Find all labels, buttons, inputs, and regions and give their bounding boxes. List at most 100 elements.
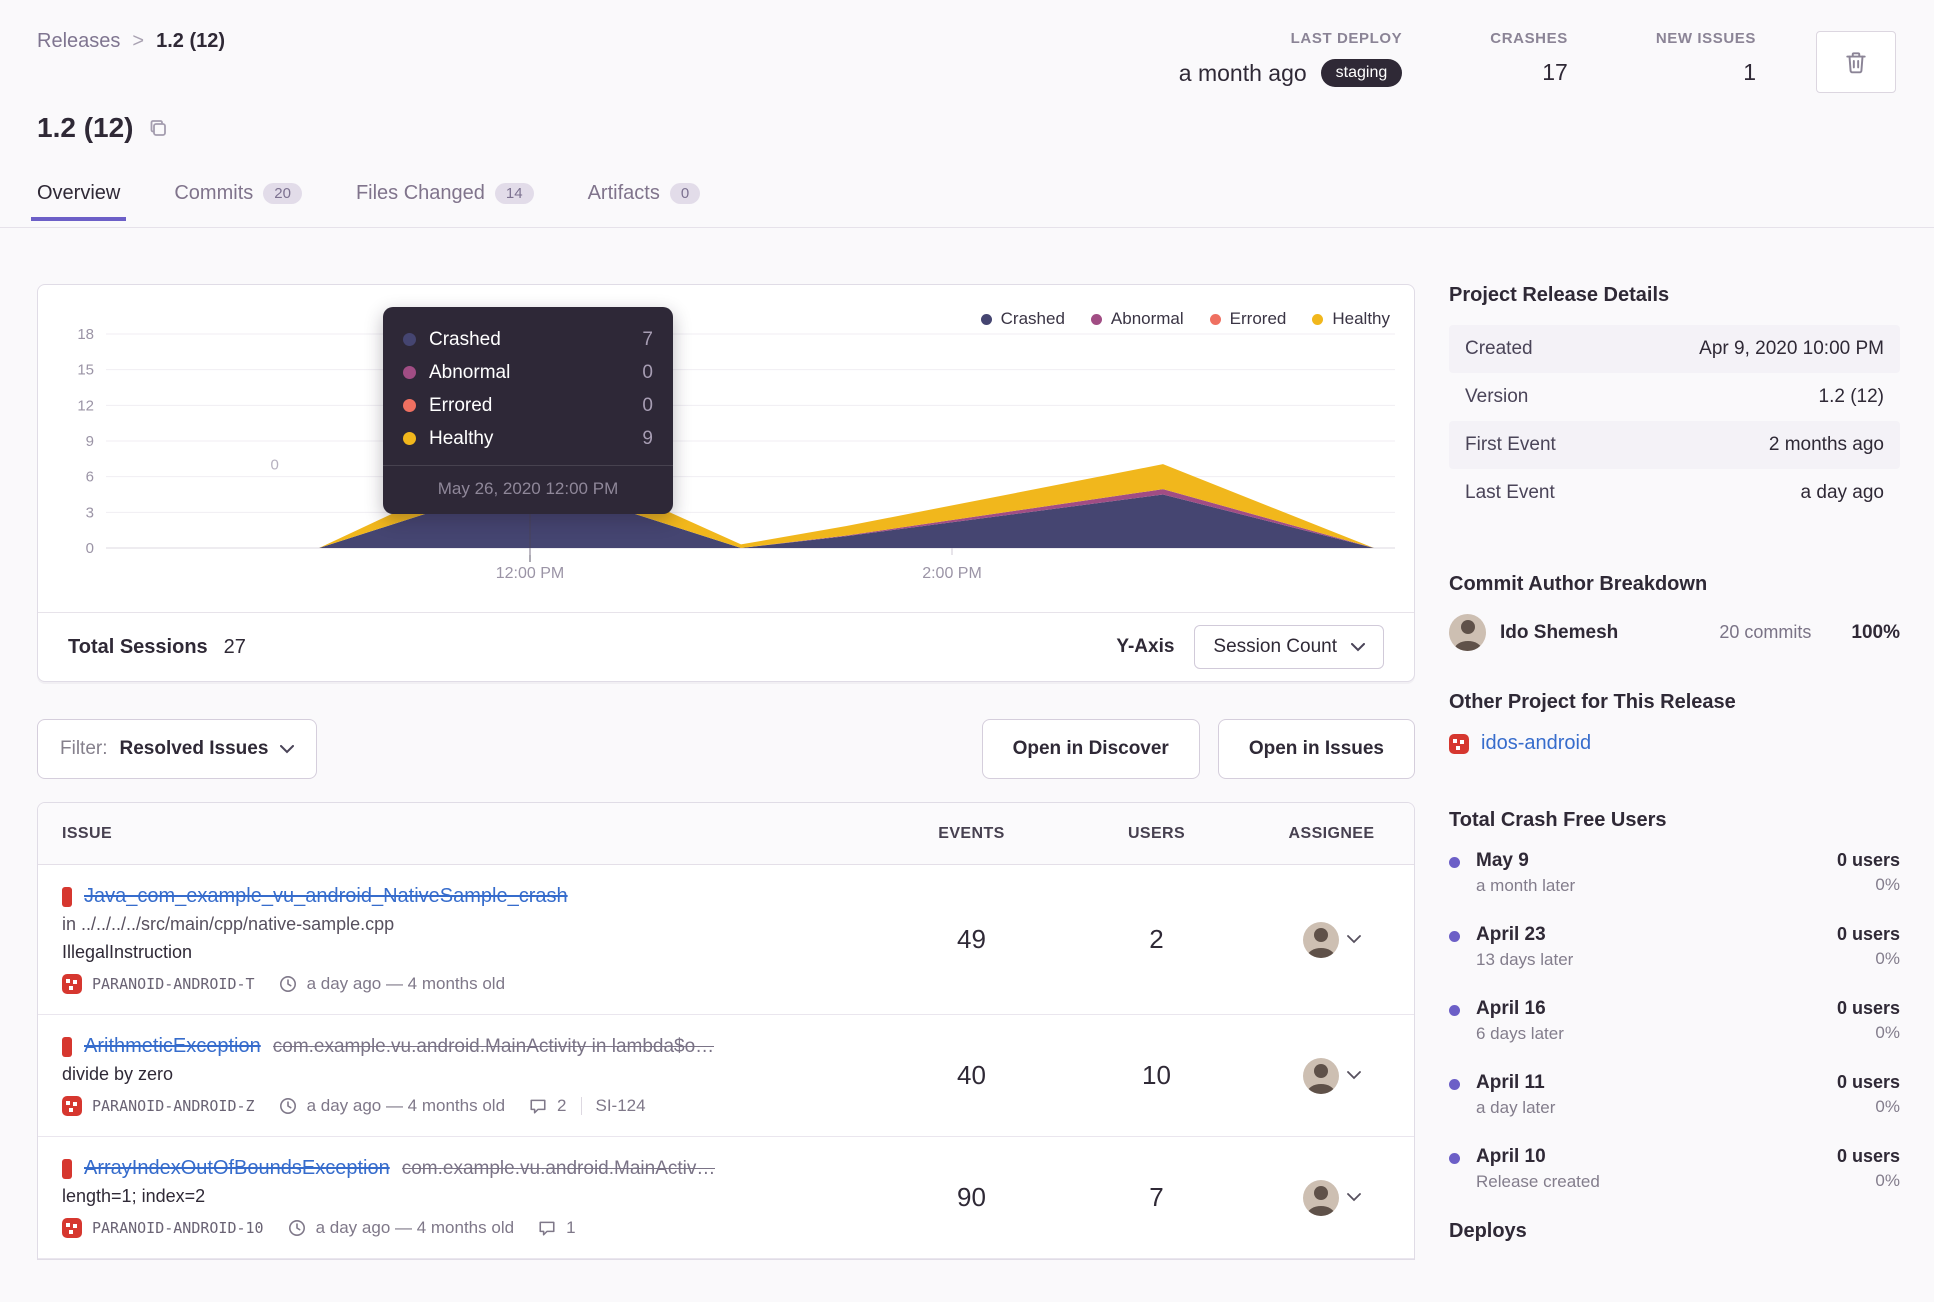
- tab-artifacts[interactable]: Artifacts 0: [582, 182, 707, 221]
- commit-author-row: Ido Shemesh 20 commits 100%: [1449, 614, 1900, 651]
- legend-item-crashed[interactable]: Crashed: [980, 309, 1065, 329]
- external-issue-link[interactable]: SI-124: [596, 1096, 646, 1116]
- chart-footer: Total Sessions 27 Y-Axis Session Count: [38, 612, 1414, 681]
- project-name-link[interactable]: PARANOID-ANDROID-T: [92, 975, 255, 993]
- release-details-title: Project Release Details: [1449, 284, 1670, 306]
- open-in-discover-button[interactable]: Open in Discover: [981, 719, 1200, 779]
- column-issue: ISSUE: [62, 824, 113, 842]
- legend-item-abnormal[interactable]: Abnormal: [1090, 309, 1184, 329]
- issues-table-header: ISSUE EVENTS USERS ASSIGNEE: [38, 803, 1414, 865]
- detail-row-created: Created Apr 9, 2020 10:00 PM: [1449, 325, 1900, 373]
- sessions-chart-panel: 0 3 6 9 12 15 18 12:00 PM 2:00 PM 0 Crashed Abnor…: [37, 284, 1415, 682]
- column-assignee: ASSIGNEE: [1288, 824, 1375, 842]
- release-header-stats: LAST DEPLOY a month ago staging CRASHES …: [1179, 30, 1756, 87]
- assignee-avatar: [1302, 921, 1339, 958]
- issues-filter-select[interactable]: Filter: Resolved Issues: [37, 719, 318, 779]
- author-name: Ido Shemesh: [1500, 621, 1619, 643]
- commit-authors-title: Commit Author Breakdown: [1449, 573, 1708, 595]
- comments-count: 2: [557, 1096, 567, 1115]
- issues-filter-bar: Filter: Resolved Issues Open in Discover…: [37, 719, 1415, 779]
- chart-tooltip: Crashed 7 Abnormal 0 Errored 0 Healthy 9…: [383, 307, 673, 514]
- issue-title-link[interactable]: ArrayIndexOutOfBoundsException: [84, 1157, 390, 1180]
- timeline-bullet-icon: [1449, 1079, 1460, 1090]
- tab-files-changed[interactable]: Files Changed 14: [350, 182, 540, 221]
- legend-item-errored[interactable]: Errored: [1209, 309, 1286, 329]
- project-icon: [62, 1096, 82, 1116]
- stat-new-issues-label: NEW ISSUES: [1655, 30, 1756, 47]
- crash-free-entry: April 16 6 days later 0 users 0%: [1449, 998, 1900, 1044]
- issue-subtitle: com.example.vu.android.MainActivity in l…: [272, 1036, 715, 1057]
- error-level-indicator: [62, 886, 72, 907]
- author-avatar: [1449, 614, 1486, 651]
- legend-item-healthy[interactable]: Healthy: [1312, 309, 1390, 329]
- open-in-issues-button[interactable]: Open in Issues: [1217, 719, 1415, 779]
- project-icon: [62, 1218, 82, 1238]
- release-details-table: Created Apr 9, 2020 10:00 PM Version 1.2…: [1449, 325, 1900, 517]
- timeline-bullet-icon: [1449, 931, 1460, 942]
- sessions-area-chart[interactable]: 0 3 6 9 12 15 18 12:00 PM 2:00 PM 0: [38, 285, 1416, 597]
- tooltip-series-value: 9: [642, 427, 653, 449]
- svg-text:12: 12: [77, 397, 94, 414]
- breadcrumb-separator: >: [132, 30, 145, 52]
- clock-icon: [279, 975, 297, 993]
- deploys-title: Deploys: [1449, 1220, 1527, 1242]
- stat-last-deploy: LAST DEPLOY a month ago staging: [1178, 30, 1403, 87]
- abnormal-dot-icon: [403, 366, 416, 379]
- author-percent: 100%: [1851, 621, 1900, 643]
- stat-crashes-label: CRASHES: [1490, 30, 1568, 47]
- delete-release-button[interactable]: [1816, 31, 1896, 93]
- tab-commits[interactable]: Commits 20: [168, 182, 308, 221]
- comments-icon[interactable]: [529, 1097, 547, 1115]
- total-sessions-label: Total Sessions: [68, 635, 208, 658]
- issue-events-count: 40: [957, 1060, 986, 1090]
- issue-title-link[interactable]: Java_com_example_vu_android_NativeSample…: [84, 885, 568, 908]
- issue-row: Java_com_example_vu_android_NativeSample…: [38, 865, 1414, 1015]
- svg-text:6: 6: [86, 469, 94, 486]
- assignee-dropdown[interactable]: [1249, 865, 1414, 1014]
- y-axis-select[interactable]: Session Count: [1194, 625, 1384, 669]
- detail-row-version: Version 1.2 (12): [1465, 386, 1884, 407]
- total-sessions-value: 27: [223, 635, 246, 658]
- copy-version-icon[interactable]: [148, 118, 168, 138]
- page-title: 1.2 (12): [37, 112, 134, 143]
- healthy-dot-icon: [403, 432, 416, 445]
- tooltip-series-value: 7: [642, 328, 653, 350]
- crash-free-entry: April 11 a day later 0 users 0%: [1449, 1072, 1900, 1118]
- issue-title-link[interactable]: ArithmeticException: [84, 1035, 261, 1058]
- issue-age: a day ago — 4 months old: [306, 1096, 506, 1115]
- project-name-link[interactable]: PARANOID-ANDROID-10: [92, 1219, 264, 1237]
- errored-dot-icon: [1209, 313, 1221, 325]
- project-name-link[interactable]: PARANOID-ANDROID-Z: [92, 1097, 255, 1115]
- crash-free-entry: May 9 a month later 0 users 0%: [1449, 850, 1900, 896]
- timeline-bullet-icon: [1449, 857, 1460, 868]
- release-tabs: Overview Commits 20 Files Changed 14 Art…: [31, 182, 706, 221]
- issue-age: a day ago — 4 months old: [306, 974, 506, 993]
- stat-last-deploy-value: a month ago: [1178, 59, 1307, 86]
- svg-text:3: 3: [86, 504, 94, 521]
- release-overview-page: Releases > 1.2 (12) LAST DEPLOY a month …: [0, 0, 1934, 1302]
- crash-free-title: Total Crash Free Users: [1449, 809, 1667, 831]
- stat-new-issues: NEW ISSUES 1: [1656, 30, 1756, 87]
- comments-count: 1: [566, 1218, 576, 1237]
- detail-row-last-event: Last Event a day ago: [1465, 482, 1884, 503]
- issue-message: divide by zero: [62, 1064, 174, 1084]
- comments-icon[interactable]: [538, 1219, 556, 1237]
- clock-icon: [288, 1219, 306, 1237]
- tooltip-series-value: 0: [642, 361, 653, 383]
- issue-users-count: 10: [1142, 1060, 1171, 1090]
- issue-age: a day ago — 4 months old: [315, 1218, 515, 1237]
- error-level-indicator: [62, 1158, 72, 1179]
- svg-text:12:00 PM: 12:00 PM: [496, 565, 564, 582]
- other-project-link[interactable]: idos-android: [1449, 732, 1900, 755]
- tooltip-series-label: Errored: [429, 394, 493, 416]
- breadcrumb-releases-link[interactable]: Releases: [37, 30, 120, 53]
- issue-users-count: 2: [1149, 924, 1164, 954]
- tooltip-series-label: Abnormal: [429, 361, 511, 383]
- assignee-dropdown[interactable]: [1249, 1015, 1414, 1136]
- tab-overview[interactable]: Overview: [31, 182, 127, 221]
- stat-crashes: CRASHES 17: [1490, 30, 1568, 87]
- chevron-down-icon: [1346, 1193, 1361, 1202]
- assignee-dropdown[interactable]: [1249, 1137, 1414, 1258]
- tooltip-timestamp: May 26, 2020 12:00 PM: [383, 465, 673, 514]
- stat-new-issues-value: 1: [1743, 59, 1756, 85]
